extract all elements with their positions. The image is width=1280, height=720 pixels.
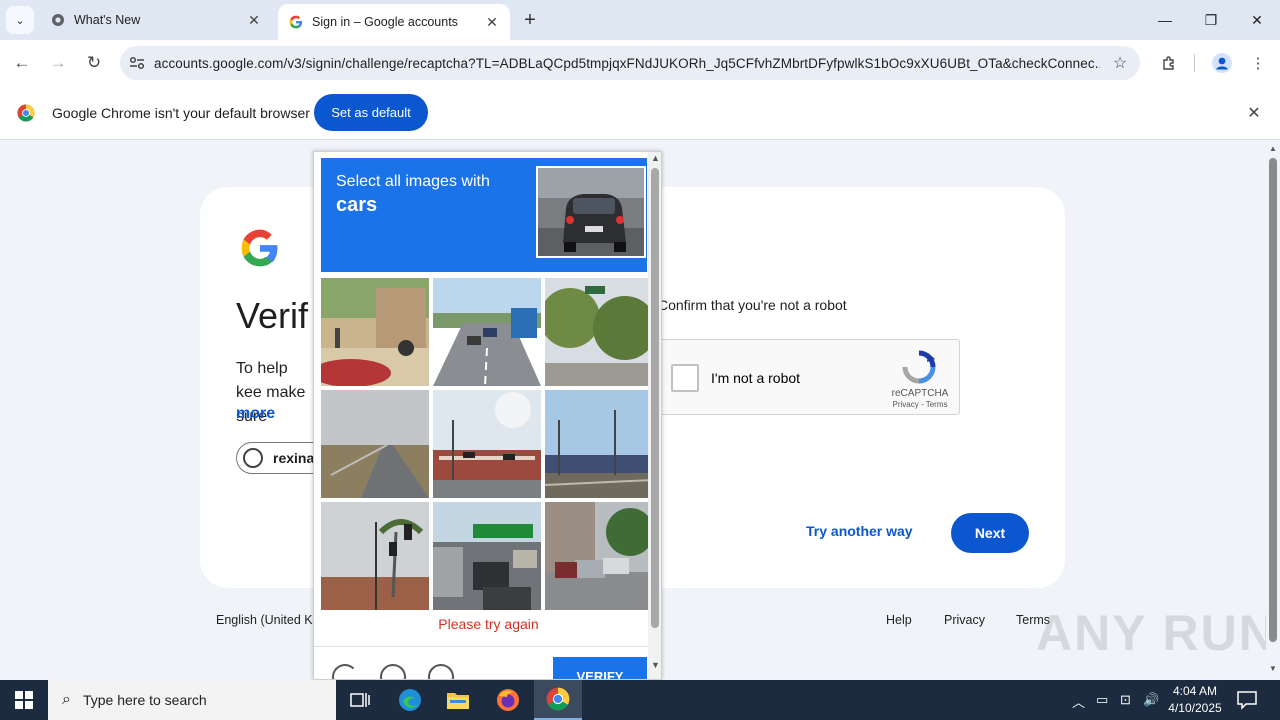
scroll-thumb[interactable] bbox=[1269, 158, 1277, 642]
bookmark-star-icon[interactable]: ☆ bbox=[1100, 53, 1140, 73]
scroll-down-icon[interactable]: ▼ bbox=[1269, 664, 1277, 673]
firefox-icon[interactable] bbox=[484, 680, 532, 720]
captcha-tile-9[interactable] bbox=[545, 502, 653, 610]
challenge-scrollbar[interactable]: ▲ ▼ bbox=[648, 152, 661, 679]
search-icon: ⌕ bbox=[62, 691, 71, 708]
back-arrow-icon[interactable]: ← bbox=[8, 49, 36, 77]
device-icon[interactable]: ▭ bbox=[1096, 692, 1108, 708]
clock-date: 4/10/2025 bbox=[1168, 701, 1222, 715]
captcha-tile-5[interactable] bbox=[433, 390, 541, 498]
next-button[interactable]: Next bbox=[951, 513, 1029, 553]
captcha-tile-3[interactable] bbox=[545, 278, 653, 386]
recaptcha-logo-icon bbox=[902, 350, 936, 384]
tab-title: What's New bbox=[74, 13, 141, 27]
task-view-icon[interactable] bbox=[336, 680, 384, 720]
menu-kebab-icon[interactable]: ⋮ bbox=[1244, 49, 1272, 77]
google-logo-icon bbox=[241, 229, 278, 267]
confirm-robot-text: Confirm that you're not a robot bbox=[658, 297, 847, 313]
address-bar[interactable]: accounts.google.com/v3/signin/challenge/… bbox=[120, 46, 1140, 80]
taskbar-search-box[interactable]: ⌕ Type here to search bbox=[48, 680, 336, 720]
audio-challenge-icon[interactable] bbox=[380, 664, 406, 679]
sample-car-image bbox=[536, 166, 646, 258]
browser-toolbar: ← → ↻ accounts.google.com/v3/signin/chal… bbox=[0, 40, 1280, 86]
recaptcha-brand: reCAPTCHA bbox=[891, 388, 949, 399]
network-icon[interactable]: ⊡ bbox=[1120, 692, 1131, 708]
tab-whats-new[interactable]: What's New ✕ bbox=[40, 4, 272, 36]
scroll-up-icon[interactable]: ▲ bbox=[651, 153, 660, 163]
captcha-tile-7[interactable] bbox=[321, 502, 429, 610]
captcha-tile-1[interactable] bbox=[321, 278, 429, 386]
account-email: rexina bbox=[273, 450, 315, 466]
url-text: accounts.google.com/v3/signin/challenge/… bbox=[154, 55, 1100, 71]
close-tab-icon[interactable]: ✕ bbox=[484, 14, 500, 30]
site-info-icon[interactable] bbox=[120, 56, 154, 70]
footer-privacy-link[interactable]: Privacy bbox=[944, 613, 985, 627]
system-clock[interactable]: 4:04 AM 4/10/2025 bbox=[1160, 683, 1230, 717]
file-explorer-icon[interactable] bbox=[434, 680, 482, 720]
taskbar-search-placeholder: Type here to search bbox=[82, 692, 207, 708]
extensions-puzzle-icon[interactable] bbox=[1155, 49, 1183, 77]
footer-help-link[interactable]: Help bbox=[886, 613, 912, 627]
challenge-target: cars bbox=[336, 194, 378, 216]
scroll-thumb[interactable] bbox=[651, 168, 659, 628]
close-icon[interactable]: ✕ bbox=[1244, 103, 1264, 123]
forward-arrow-icon[interactable]: → bbox=[44, 49, 72, 77]
windows-start-icon[interactable] bbox=[0, 680, 48, 720]
challenge-header: Select all images with cars bbox=[321, 158, 647, 272]
volume-icon[interactable]: 🔊 bbox=[1143, 692, 1159, 708]
try-another-way-link[interactable]: Try another way bbox=[806, 523, 913, 539]
recaptcha-widget: I'm not a robot reCAPTCHA Privacy - Term… bbox=[658, 339, 960, 415]
close-tab-icon[interactable]: ✕ bbox=[246, 12, 262, 28]
toolbar-divider bbox=[1194, 54, 1195, 72]
recaptcha-privacy-terms[interactable]: Privacy - Terms bbox=[887, 400, 953, 409]
google-favicon-icon bbox=[288, 14, 304, 30]
scroll-up-icon[interactable]: ▲ bbox=[1269, 144, 1277, 153]
tab-strip: ⌄ What's New ✕ Sign in – Google accounts… bbox=[0, 0, 1280, 40]
chrome-favicon-icon bbox=[50, 12, 66, 28]
challenge-error: Please try again bbox=[438, 616, 539, 632]
reload-icon[interactable]: ↻ bbox=[80, 49, 108, 77]
tab-sign-in[interactable]: Sign in – Google accounts ✕ bbox=[278, 4, 510, 40]
account-circle-icon bbox=[243, 448, 263, 468]
anyrun-watermark: ANY RUN bbox=[1036, 605, 1277, 661]
not-robot-checkbox[interactable] bbox=[671, 364, 699, 392]
infobar-message: Google Chrome isn't your default browser bbox=[52, 105, 310, 121]
captcha-tile-4[interactable] bbox=[321, 390, 429, 498]
verify-button[interactable]: VERIFY bbox=[553, 657, 647, 679]
captcha-tile-8[interactable] bbox=[433, 502, 541, 610]
close-window-button[interactable]: ✕ bbox=[1234, 0, 1280, 40]
clock-time: 4:04 AM bbox=[1172, 684, 1218, 698]
chrome-taskbar-icon[interactable] bbox=[534, 680, 582, 720]
captcha-tile-2[interactable] bbox=[433, 278, 541, 386]
restore-button[interactable]: ❐ bbox=[1188, 0, 1234, 40]
learn-more-link[interactable]: more bbox=[236, 405, 275, 423]
reload-challenge-icon[interactable] bbox=[332, 664, 358, 679]
profile-avatar-icon[interactable] bbox=[1208, 49, 1236, 77]
new-tab-plus-icon[interactable]: + bbox=[518, 8, 542, 32]
notification-icon[interactable] bbox=[1236, 690, 1258, 710]
chrome-logo-icon bbox=[17, 104, 35, 122]
page-title: Verif bbox=[236, 295, 309, 336]
challenge-instruction: Select all images with bbox=[336, 173, 490, 190]
captcha-tile-6[interactable] bbox=[545, 390, 653, 498]
info-icon[interactable] bbox=[428, 664, 454, 679]
minimize-button[interactable]: — bbox=[1142, 0, 1188, 40]
scroll-down-icon[interactable]: ▼ bbox=[651, 660, 660, 670]
tab-title: Sign in – Google accounts bbox=[312, 15, 458, 29]
default-browser-infobar: Google Chrome isn't your default browser… bbox=[0, 86, 1280, 140]
language-selector[interactable]: English (United Ki bbox=[216, 613, 315, 627]
set-as-default-button[interactable]: Set as default bbox=[314, 94, 428, 131]
chevron-down-icon: ⌄ bbox=[15, 14, 25, 27]
show-hidden-icons-chevron-icon[interactable]: ︿ bbox=[1072, 692, 1085, 711]
page-scrollbar[interactable]: ▲ ▼ bbox=[1266, 140, 1280, 680]
windows-taskbar: ⌕ Type here to search ︿ ▭ ⊡ 🔊 4:04 AM 4/… bbox=[0, 680, 1280, 720]
tab-search-button[interactable]: ⌄ bbox=[6, 6, 34, 34]
edge-browser-icon[interactable] bbox=[386, 680, 434, 720]
recaptcha-challenge-popup: Select all images with cars Please try a… bbox=[313, 151, 662, 680]
not-robot-label: I'm not a robot bbox=[711, 370, 801, 386]
challenge-divider bbox=[314, 646, 648, 647]
